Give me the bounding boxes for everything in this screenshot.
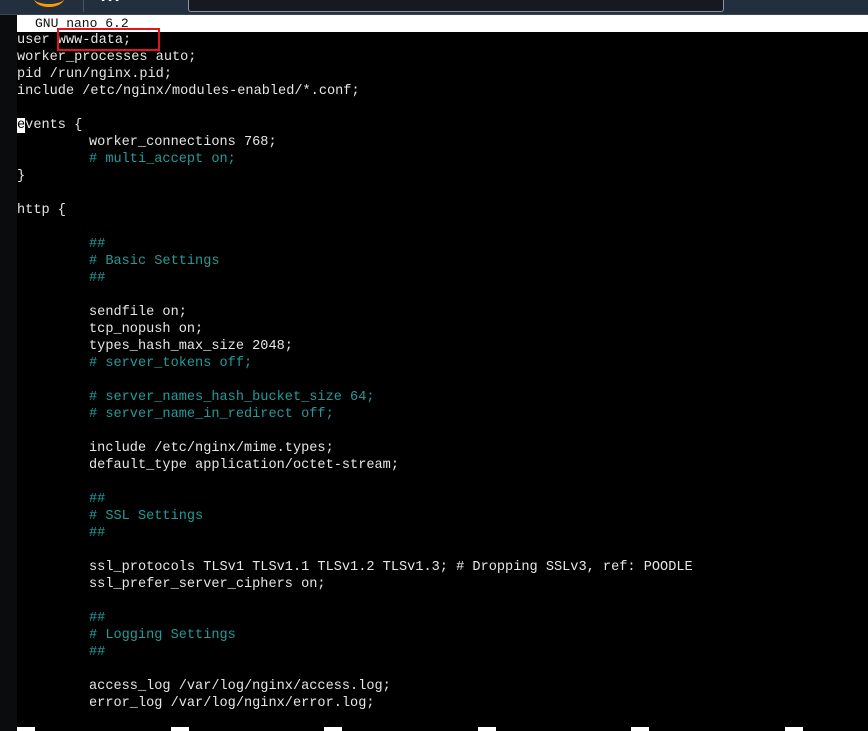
editor-buffer[interactable]: user www-data; worker_processes auto; pid … bbox=[17, 32, 868, 722]
comment-line: ## bbox=[89, 611, 106, 626]
code-line: } bbox=[17, 169, 26, 184]
shortcut-key-marker bbox=[477, 727, 496, 731]
comment-line: # server_name_in_redirect off; bbox=[89, 407, 334, 422]
header-divider bbox=[83, 0, 84, 12]
comment-line: ## bbox=[89, 492, 106, 507]
code-line: events { bbox=[17, 118, 83, 133]
comment-line: # SSL Settings bbox=[89, 509, 204, 524]
nano-title: GNU nano 6.2 bbox=[35, 16, 129, 31]
aws-console-header: ▪▪▪ bbox=[0, 0, 868, 15]
comment-line: # multi_accept on; bbox=[89, 152, 236, 167]
shortcut-key-marker bbox=[324, 727, 342, 731]
code-line: types_hash_max_size 2048; bbox=[89, 339, 293, 354]
text-cursor: e bbox=[17, 118, 26, 133]
shortcut-key-marker bbox=[631, 727, 649, 731]
code-line: sendfile on; bbox=[89, 305, 187, 320]
code-line: tcp_nopush on; bbox=[89, 322, 204, 337]
nano-title-bar: GNU nano 6.2 bbox=[17, 15, 868, 32]
comment-line: ## bbox=[89, 237, 106, 252]
code-line: access_log /var/log/nginx/access.log; bbox=[89, 679, 391, 694]
code-line: worker_connections 768; bbox=[89, 135, 277, 150]
comment-line: ## bbox=[89, 645, 106, 660]
shortcut-key-marker bbox=[784, 727, 803, 731]
nano-shortcut-bar bbox=[0, 727, 868, 731]
aws-logo-icon[interactable] bbox=[34, 0, 64, 7]
code-line: default_type application/octet-stream; bbox=[89, 458, 399, 473]
code-line: http { bbox=[17, 203, 66, 218]
search-input[interactable] bbox=[188, 0, 724, 12]
shortcut-key-marker bbox=[170, 727, 189, 731]
code-line: ssl_protocols TLSv1 TLSv1.1 TLSv1.2 TLSv… bbox=[89, 560, 693, 575]
comment-line: # server_names_hash_bucket_size 64; bbox=[89, 390, 375, 405]
code-line: ssl_prefer_server_ciphers on; bbox=[89, 577, 326, 592]
code-line: pid /run/nginx.pid; bbox=[17, 67, 172, 82]
code-line: worker_processes auto; bbox=[17, 50, 197, 65]
code-line: include /etc/nginx/mime.types; bbox=[89, 441, 334, 456]
comment-line: ## bbox=[89, 526, 106, 541]
code-line: include /etc/nginx/modules-enabled/*.con… bbox=[17, 84, 360, 99]
shortcut-key-marker bbox=[17, 727, 35, 731]
code-line: error_log /var/log/nginx/error.log; bbox=[89, 696, 375, 711]
comment-line: # Basic Settings bbox=[89, 254, 220, 269]
comment-line: # server_tokens off; bbox=[89, 356, 253, 371]
comment-line: ## bbox=[89, 271, 106, 286]
services-grid-icon[interactable]: ▪▪▪ bbox=[100, 0, 121, 7]
code-line: user www-data; bbox=[17, 33, 132, 48]
terminal-left-margin bbox=[0, 15, 17, 731]
comment-line: # Logging Settings bbox=[89, 628, 236, 643]
